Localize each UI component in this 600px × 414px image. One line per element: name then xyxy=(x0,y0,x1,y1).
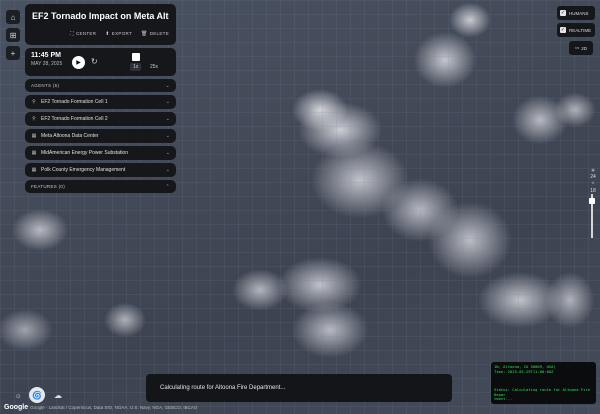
agents-count-label: AGENTS (5) xyxy=(31,83,60,88)
status-toast: Calculating route for Altoona Fire Depar… xyxy=(146,374,452,402)
checkbox-icon: ✓ xyxy=(560,10,566,16)
scenario-title: EF2 Tornado Impact on Meta Altoon... xyxy=(32,11,169,21)
checkbox-icon: ✓ xyxy=(560,27,566,33)
agent-item[interactable]: ⚲ EF2 Tornado Formation Cell 1 ⌄ xyxy=(25,95,176,109)
map-icon: ▭ xyxy=(574,45,580,50)
building-icon: ▦ xyxy=(31,133,37,139)
plus-icon: + xyxy=(10,48,16,58)
weather-button[interactable]: ☼ xyxy=(10,387,26,403)
map-attribution: Google Google · Landsat / Copernicus, Dat… xyxy=(4,404,198,411)
chevron-down-icon: ⌄ xyxy=(165,150,170,156)
add-button[interactable]: + xyxy=(6,46,20,60)
reset-icon[interactable]: ↻ xyxy=(91,57,98,66)
center-icon: ⛶ xyxy=(70,31,74,37)
agents-section-header[interactable]: AGENTS (5) ⌄ xyxy=(25,79,176,92)
speed-1x-button[interactable]: 1x xyxy=(130,63,142,71)
pin-icon: ⚲ xyxy=(32,116,36,122)
features-section-header[interactable]: FEATURES (0) ⌃ xyxy=(25,180,176,193)
speed-checkbox[interactable] xyxy=(132,53,140,61)
tornado-icon: 🌀 xyxy=(32,390,42,400)
building-icon: ▦ xyxy=(31,150,37,156)
slider-mid-value: 18 xyxy=(590,188,596,194)
play-button[interactable]: ▶ xyxy=(72,56,85,69)
vertical-slider[interactable]: ✳ 24 ☼ 18 xyxy=(586,168,600,248)
sun-icon: ☼ xyxy=(590,180,596,186)
simulation-panel: EF2 Tornado Impact on Meta Altoon... ⛶CE… xyxy=(25,4,176,196)
export-button[interactable]: ⬆ EXPORT xyxy=(105,31,132,37)
chevron-down-icon: ⌄ xyxy=(165,82,170,89)
home-icon: ⌂ xyxy=(10,12,16,22)
agent-item[interactable]: ▦ MidAmerican Energy Power Substation ⌄ xyxy=(25,146,176,160)
agent-item[interactable]: ▦ Meta Altoona Data Center ⌄ xyxy=(25,129,176,143)
play-icon: ▶ xyxy=(76,60,81,66)
terminal-log: 1N, Altoona, IA 50009, USA) Time: 2025-0… xyxy=(491,362,596,404)
status-message: Calculating route for Altoona Fire Depar… xyxy=(160,385,286,391)
header-actions: ⛶ CENTER ⬆ EXPORT 🗑 DELETE xyxy=(32,31,169,37)
pin-icon: ⚲ xyxy=(32,99,36,105)
tornado-button[interactable]: 🌀 xyxy=(29,387,45,403)
home-button[interactable]: ⌂ xyxy=(6,10,20,24)
agent-item[interactable]: ⚲ EF2 Tornado Formation Cell 2 ⌄ xyxy=(25,112,176,126)
view-2d-button[interactable]: ▭ 2D xyxy=(569,41,593,55)
google-logo: Google xyxy=(4,404,29,411)
chevron-down-icon: ⌄ xyxy=(165,167,170,173)
playback-controls: 11:45 PM MAY 28, 2025 ▶ ↻ 1x 25x xyxy=(25,48,176,76)
chevron-down-icon: ⌄ xyxy=(165,133,170,139)
export-icon: ⬆ xyxy=(105,31,110,37)
scenario-header: EF2 Tornado Impact on Meta Altoon... ⛶CE… xyxy=(25,4,176,45)
chevron-up-icon: ⌃ xyxy=(165,183,170,190)
cloud-icon: ☁ xyxy=(54,390,62,400)
chevron-down-icon: ⌄ xyxy=(165,99,170,105)
sim-time: 11:45 PM xyxy=(31,52,61,59)
trash-icon: 🗑 xyxy=(141,31,148,37)
features-count-label: FEATURES (0) xyxy=(31,184,66,189)
agent-item[interactable]: ▦ Polk County Emergency Management ⌄ xyxy=(25,163,176,177)
speed-25x-button[interactable]: 25x xyxy=(147,63,161,71)
grid-icon: ⊞ xyxy=(9,30,17,40)
slider-thumb[interactable] xyxy=(589,198,595,204)
chevron-down-icon: ⌄ xyxy=(165,116,170,122)
layers-button[interactable]: ⊞ xyxy=(6,28,20,42)
center-button[interactable]: ⛶ CENTER xyxy=(70,31,96,37)
sun-icon: ☼ xyxy=(14,390,22,400)
terminal-line: tment... xyxy=(494,396,513,402)
humans-toggle[interactable]: ✓ HUMANS xyxy=(557,6,595,20)
realtime-toggle[interactable]: ✓ REALTIME xyxy=(557,23,595,37)
storm-button[interactable]: ☁ xyxy=(50,387,66,403)
delete-button[interactable]: 🗑 DELETE xyxy=(141,31,169,37)
building-icon: ▦ xyxy=(31,167,37,173)
